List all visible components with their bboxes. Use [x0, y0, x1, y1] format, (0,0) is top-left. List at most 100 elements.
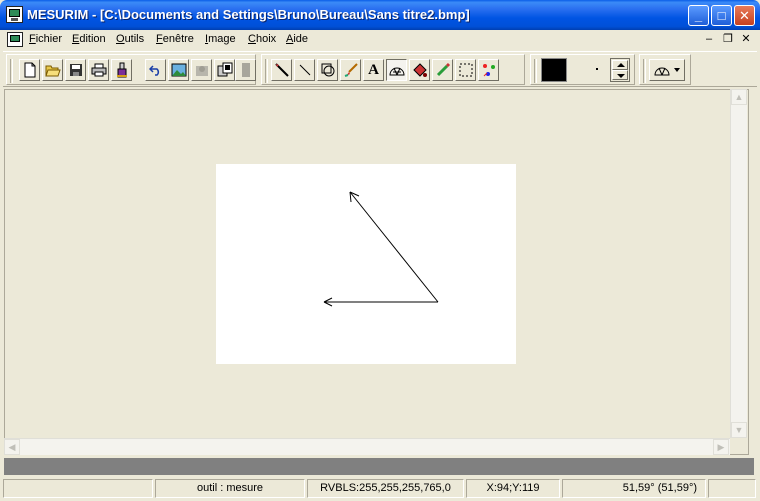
brush-icon — [344, 63, 358, 77]
window-title: MESURIM - [C:\Documents and Settings\Bru… — [27, 7, 470, 22]
disabled-icon — [241, 63, 250, 77]
maximize-button[interactable]: □ — [711, 5, 732, 26]
status-panel-resize — [708, 479, 756, 498]
pencil-button[interactable] — [271, 59, 292, 81]
bucket-button[interactable] — [409, 59, 430, 81]
new-document-button[interactable] — [19, 59, 40, 81]
scroll-up-arrow-icon: ▲ — [734, 92, 744, 102]
chevron-down-icon — [674, 68, 680, 72]
toolbar-grip[interactable] — [643, 59, 646, 83]
copy-image-icon — [217, 62, 232, 77]
menu-image[interactable]: Image — [205, 33, 236, 45]
menu-bar: Fichier Edition Outils Fenêtre Image Cho… — [0, 30, 760, 50]
selection-button[interactable] — [455, 59, 476, 81]
close-icon: ✕ — [739, 8, 750, 23]
copy-image-button[interactable] — [214, 59, 235, 81]
image-canvas[interactable] — [216, 164, 516, 364]
lab-button[interactable] — [111, 59, 132, 81]
line-button[interactable] — [294, 59, 315, 81]
menu-choix[interactable]: Choix — [248, 33, 276, 45]
pen-size-indicator — [596, 68, 598, 70]
document-system-menu-icon[interactable] — [7, 32, 23, 47]
scroll-right-button[interactable]: ▶ — [713, 439, 729, 455]
toolbar-group-file — [6, 54, 256, 85]
scroll-up-button[interactable]: ▲ — [731, 89, 747, 105]
scroll-right-arrow-icon: ▶ — [717, 442, 725, 452]
protractor-icon — [388, 67, 405, 76]
toolbar-grip[interactable] — [265, 59, 268, 83]
status-bar: outil : mesure RVBLS:255,255,255,765,0 X… — [0, 477, 760, 501]
status-coordinates: X:94;Y:119 — [466, 479, 560, 498]
eyedropper-button[interactable] — [432, 59, 453, 81]
mdi-close-button[interactable]: ✕ — [739, 32, 753, 46]
save-button[interactable] — [65, 59, 86, 81]
color-points-button[interactable] — [478, 59, 499, 81]
mdi-restore-button[interactable]: ❐ — [721, 32, 735, 46]
image-icon — [171, 63, 186, 77]
mesurim-app-icon[interactable] — [6, 6, 23, 23]
title-bar[interactable]: MESURIM - [C:\Documents and Settings\Bru… — [0, 0, 760, 30]
protractor-measure-button[interactable] — [386, 59, 407, 81]
image-button[interactable] — [168, 59, 189, 81]
toolbar-group-measure — [639, 54, 691, 85]
eyedropper-icon — [436, 62, 450, 77]
paste-button — [191, 59, 212, 81]
bucket-icon — [412, 63, 427, 77]
arrow-down-icon — [617, 74, 625, 78]
selection-rect-icon — [459, 63, 472, 77]
open-folder-icon — [44, 65, 61, 77]
spinner-down-button[interactable] — [612, 70, 628, 80]
color-points-icon — [482, 64, 495, 77]
scroll-down-arrow-icon: ▼ — [734, 425, 744, 435]
spinner-up-button[interactable] — [612, 60, 628, 70]
undo-button[interactable] — [145, 59, 166, 81]
brush-button[interactable] — [340, 59, 361, 81]
toolbar-grip[interactable] — [10, 59, 13, 83]
menu-fenetre[interactable]: Fenêtre — [156, 33, 194, 45]
text-button[interactable]: A — [363, 59, 384, 81]
scroll-left-arrow-icon: ◀ — [8, 442, 16, 452]
new-document-icon — [24, 62, 35, 78]
mdi-background-strip — [4, 458, 754, 475]
lab-flask-icon — [116, 62, 127, 78]
menu-edition[interactable]: Edition — [72, 33, 106, 45]
scroll-down-button[interactable]: ▼ — [731, 422, 747, 438]
status-tool: outil : mesure — [155, 479, 305, 498]
vertical-scrollbar[interactable]: ▲ ▼ — [730, 89, 747, 438]
mdi-minimize-button[interactable]: – — [702, 32, 716, 46]
polygon-button[interactable] — [317, 59, 338, 81]
status-color-values: RVBLS:255,255,255,765,0 — [307, 479, 464, 498]
status-angle: 51,59° (51,59°) — [562, 479, 706, 498]
close-button[interactable]: ✕ — [734, 5, 755, 26]
pencil-icon — [274, 63, 289, 77]
save-disk-icon — [69, 64, 82, 76]
scroll-left-button[interactable]: ◀ — [4, 439, 20, 455]
measure-dropdown-button[interactable] — [649, 59, 685, 81]
toolbar-grip[interactable] — [534, 59, 537, 83]
disabled-tool-button — [235, 59, 256, 81]
horizontal-scrollbar[interactable]: ◀ ▶ — [4, 438, 730, 455]
toolbar-group-draw: A — [261, 54, 525, 85]
angle-ray-1 — [349, 191, 439, 303]
paste-disabled-icon — [195, 66, 208, 76]
undo-icon — [148, 65, 159, 76]
arrow-up-icon — [617, 63, 625, 67]
maximize-icon: □ — [717, 8, 726, 23]
menu-aide[interactable]: Aide — [286, 33, 308, 45]
toolbar: A — [3, 51, 757, 87]
angle-measure-drawing — [323, 191, 439, 307]
polygon-icon — [321, 63, 334, 77]
current-color-swatch[interactable] — [541, 58, 567, 82]
line-icon — [299, 64, 310, 76]
menu-fichier[interactable]: Fichier — [29, 33, 62, 45]
protractor-small-icon — [654, 67, 670, 76]
pen-size-spinner[interactable] — [610, 58, 630, 82]
minimize-icon: _ — [694, 8, 703, 23]
menu-outils[interactable]: Outils — [116, 33, 144, 45]
print-icon — [91, 63, 106, 77]
open-folder-button[interactable] — [42, 59, 63, 81]
print-button[interactable] — [88, 59, 109, 81]
minimize-button[interactable]: _ — [688, 5, 709, 26]
text-icon: A — [368, 61, 379, 78]
status-panel-empty — [3, 479, 153, 498]
